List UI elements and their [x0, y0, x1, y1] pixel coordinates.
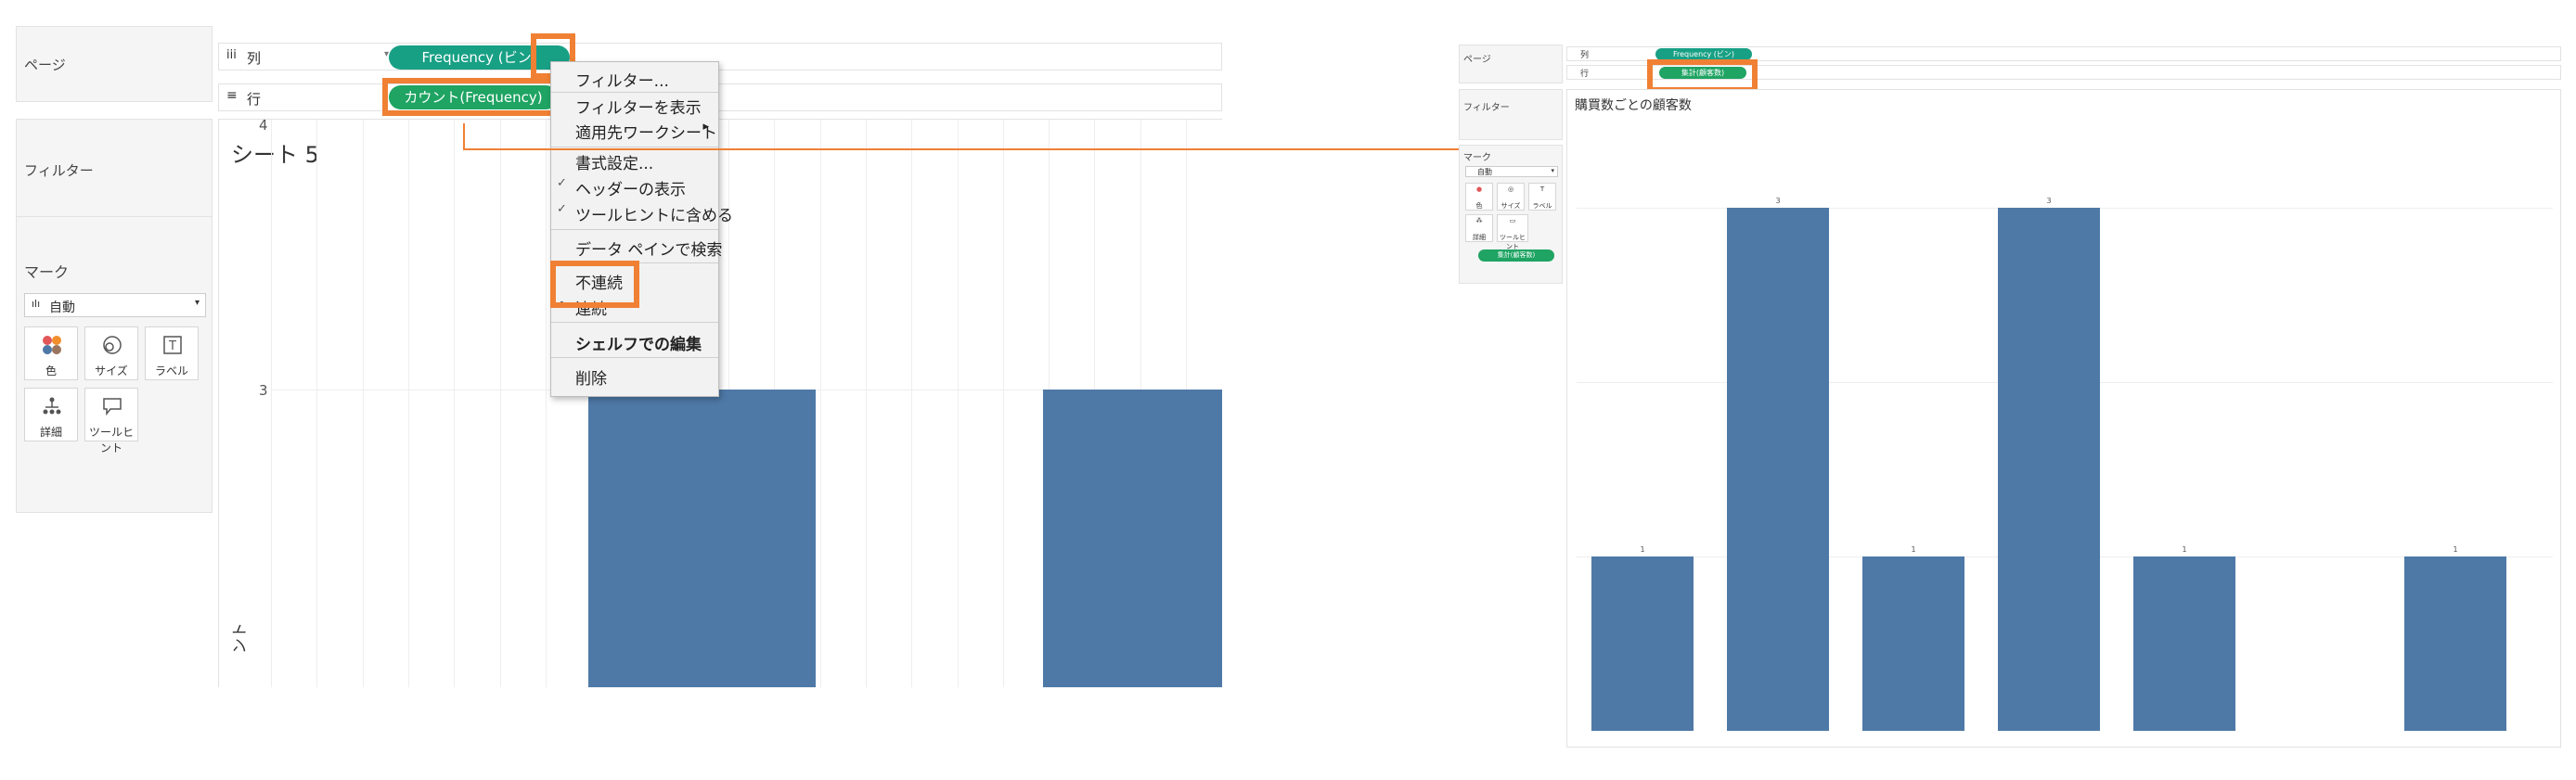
pages-pane: ページ	[1459, 45, 1563, 83]
bar[interactable]	[2133, 556, 2235, 731]
filters-pane[interactable]: フィルター	[1459, 89, 1563, 140]
size-card[interactable]: ◎ サイズ	[1497, 183, 1525, 211]
marks-pane: マーク 自動 ▾ ● 色 ◎ サイズ T ラベル ⁂ 詳細 ▭ ツールヒント 集計(顧客数…	[1459, 145, 1563, 284]
bar[interactable]	[1862, 556, 1964, 731]
row-pill-highlight	[1647, 59, 1758, 93]
data-label: 1	[1640, 545, 1645, 554]
data-label: 1	[1911, 545, 1916, 554]
data-label: 3	[1775, 197, 1781, 205]
right-plot: 1 3 1 3 1 1	[1567, 90, 2561, 748]
tooltip-card[interactable]: ▭ ツールヒント	[1497, 214, 1528, 250]
chevron-down-icon: ▾	[1551, 167, 1554, 174]
data-label: 1	[2182, 545, 2187, 554]
bar[interactable]	[1727, 208, 1829, 731]
mark-type-dropdown[interactable]: 自動 ▾	[1465, 166, 1558, 177]
right-screenshot: ページ フィルター マーク 自動 ▾ ● 色 ◎ サイズ T ラベル ⁂ 詳細 ▭ ツール…	[1459, 45, 2561, 748]
bar[interactable]	[1998, 208, 2100, 731]
worksheet-view: 購買数ごとの顧客数 131311	[1566, 89, 2561, 748]
bar[interactable]	[2404, 556, 2506, 731]
bar[interactable]	[1591, 556, 1694, 731]
label-card[interactable]: T ラベル	[1528, 183, 1556, 211]
label-mark-pill[interactable]: 集計(顧客数)	[1478, 249, 1554, 262]
detail-card[interactable]: ⁂ 詳細	[1465, 214, 1493, 242]
color-card[interactable]: ● 色	[1465, 183, 1493, 211]
data-label: 3	[2046, 197, 2052, 205]
data-label: 1	[2453, 545, 2458, 554]
